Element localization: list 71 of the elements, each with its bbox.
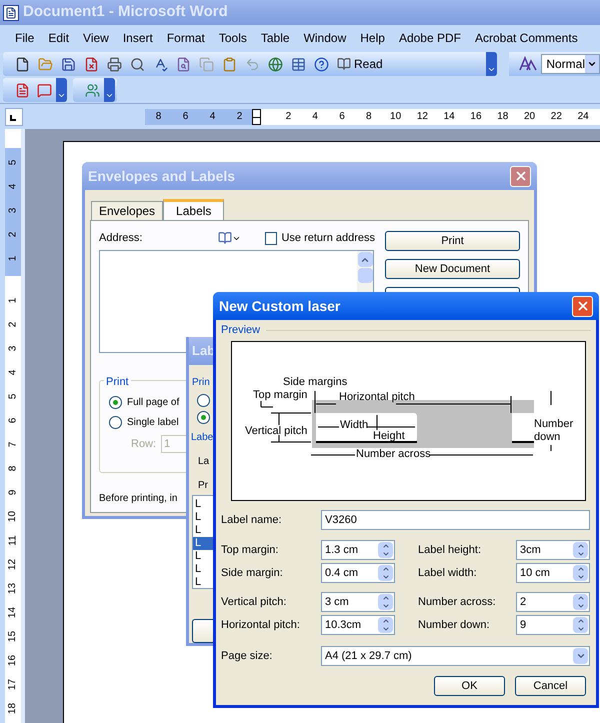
ruler-number: 13 bbox=[6, 582, 20, 594]
dialog-title: New Custom laser bbox=[219, 296, 340, 316]
field-label: Label width: bbox=[418, 566, 478, 581]
ruler-number: 6 bbox=[182, 110, 190, 124]
ruler-number: 3 bbox=[6, 345, 20, 351]
checkbox-label: Use return address bbox=[281, 230, 376, 246]
field-label: Top margin: bbox=[221, 542, 280, 558]
diagram-label: Number down bbox=[534, 418, 574, 443]
printing-note: Before printing, in bbox=[99, 492, 178, 506]
ruler-number: 5 bbox=[6, 393, 20, 399]
ruler-number: 20 bbox=[523, 110, 536, 124]
ruler-number: 7 bbox=[6, 441, 20, 447]
diagram-label: Vertical pitch bbox=[245, 425, 308, 437]
ruler-number: 10 bbox=[389, 110, 402, 124]
ruler-number: 8 bbox=[365, 110, 373, 124]
field-label: Pr bbox=[197, 479, 209, 493]
ruler-number: 6 bbox=[6, 417, 20, 423]
ruler-number: 4 bbox=[6, 369, 20, 375]
ruler-number: 22 bbox=[550, 110, 563, 124]
ruler-number: 10 bbox=[6, 510, 20, 522]
ruler-number: 12 bbox=[6, 558, 20, 570]
field-label: Label height: bbox=[418, 542, 482, 558]
field-label: Vertical pitch: bbox=[221, 594, 288, 610]
ruler-number: 4 bbox=[208, 110, 216, 124]
radio-label: Single label bbox=[127, 416, 179, 430]
ruler-number: 11 bbox=[6, 534, 20, 546]
ruler-number: 2 bbox=[6, 321, 20, 327]
group-title: Preview bbox=[221, 322, 260, 338]
field-label: Label name: bbox=[221, 512, 283, 528]
ruler-number: 18 bbox=[6, 702, 20, 714]
window-title: Document1 - Microsoft Word bbox=[23, 2, 228, 22]
ruler-number: 18 bbox=[496, 110, 510, 124]
ruler-number: 2 bbox=[284, 110, 292, 124]
field-label: La bbox=[197, 455, 210, 469]
diagram-label: Height bbox=[373, 430, 405, 442]
diagram-label: Top margin bbox=[253, 389, 308, 401]
ruler-number: 4 bbox=[311, 110, 319, 124]
ruler-number: 12 bbox=[416, 110, 429, 124]
ruler-number: 6 bbox=[338, 110, 346, 124]
diagram-label: Horizontal pitch bbox=[339, 391, 415, 403]
ruler-number: 5 bbox=[6, 159, 20, 165]
dialog-title: Envelopes and Labels bbox=[88, 166, 236, 186]
diagram-label: Side margins bbox=[283, 376, 348, 388]
field-label: Number across: bbox=[418, 594, 497, 610]
field-label: Number down: bbox=[418, 618, 491, 633]
ruler-number: 2 bbox=[6, 231, 20, 237]
ruler-number: 1 bbox=[6, 297, 20, 303]
field-label: Page size: bbox=[221, 648, 274, 664]
group-title: Prin bbox=[191, 376, 211, 390]
field-label: Horizontal pitch: bbox=[221, 618, 301, 633]
ruler-number: 3 bbox=[6, 207, 20, 213]
ruler-number: 24 bbox=[576, 110, 590, 124]
ruler-number: 4 bbox=[6, 183, 20, 189]
ruler-number: 2 bbox=[236, 110, 244, 124]
ruler-number: 1 bbox=[6, 255, 20, 261]
diagram-label: Number across bbox=[356, 448, 431, 460]
ruler-number: 16 bbox=[469, 110, 483, 124]
ruler-number: 14 bbox=[442, 110, 456, 124]
ruler-number: 8 bbox=[154, 110, 162, 124]
address-label: Address: bbox=[99, 230, 144, 246]
ruler-number: 14 bbox=[6, 606, 20, 618]
ruler-number: 8 bbox=[6, 465, 20, 471]
diagram-label: Width bbox=[340, 419, 368, 431]
field-label: Side margin: bbox=[221, 566, 284, 581]
ruler-number: 15 bbox=[6, 630, 20, 642]
row-label: Row: bbox=[131, 436, 156, 452]
ruler-number: 9 bbox=[6, 489, 20, 495]
group-title: Labe bbox=[190, 431, 213, 445]
ruler-number: 16 bbox=[6, 654, 20, 666]
radio-label: Full page of bbox=[127, 396, 180, 410]
ruler-number: 17 bbox=[6, 678, 20, 690]
